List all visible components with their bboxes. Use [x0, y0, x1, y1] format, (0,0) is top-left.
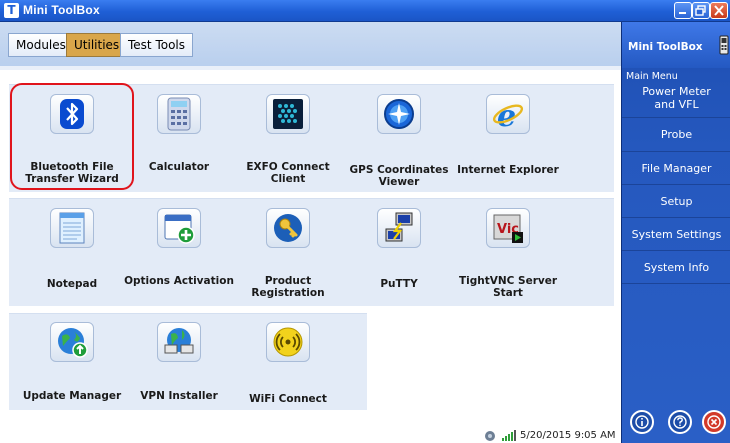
panel-title: Mini ToolBox: [628, 41, 703, 53]
close-icon: [714, 5, 724, 16]
app-putty[interactable]: PuTTY: [339, 208, 459, 300]
menu-item-system-settings[interactable]: System Settings: [622, 218, 730, 251]
app-logo-icon: T: [4, 3, 19, 18]
minimize-icon: [679, 12, 686, 14]
main-menu-panel: Mini ToolBox Main Menu Power Meter and V…: [621, 22, 730, 443]
menu-item-setup[interactable]: Setup: [622, 185, 730, 218]
tab-bar: Modules Utilities Test Tools: [0, 22, 621, 66]
tightvnc-icon: Vic: [486, 208, 530, 248]
calculator-icon: [157, 94, 201, 134]
app-label: Transfer Wizard: [25, 173, 119, 185]
menu-item-probe[interactable]: Probe: [622, 118, 730, 152]
app-label: Registration: [251, 287, 325, 299]
app-notepad[interactable]: Notepad: [12, 208, 132, 300]
app-options-activation[interactable]: Options Activation: [119, 208, 239, 300]
app-wifi-connect[interactable]: WiFi Connect: [228, 322, 348, 408]
app-label: Calculator: [148, 161, 210, 173]
putty-icon: [377, 208, 421, 248]
tab-modules[interactable]: Modules: [8, 33, 74, 57]
app-label: Notepad: [46, 278, 98, 290]
app-label: PuTTY: [380, 278, 418, 290]
options-activation-icon: [157, 208, 201, 248]
status-datetime: 5/20/2015 9:05 AM: [520, 430, 616, 441]
menu-item-power-meter-and-vfl[interactable]: Power Meter and VFL: [622, 82, 730, 118]
app-label: Internet Explorer: [457, 164, 559, 176]
status-bar: 5/20/2015 9:05 AM: [484, 428, 621, 443]
app-bluetooth-file-transfer-wizard[interactable]: Bluetooth File Transfer Wizard: [12, 94, 132, 186]
main-menu-label: Main Menu: [626, 71, 678, 82]
info-button[interactable]: [630, 410, 654, 434]
app-product-registration[interactable]: Product Registration: [228, 208, 348, 300]
close-window-button[interactable]: [710, 2, 728, 19]
globe-update-icon: [50, 322, 94, 362]
notepad-icon: [50, 208, 94, 248]
app-label: Bluetooth File: [30, 161, 114, 173]
tab-test-tools[interactable]: Test Tools: [120, 33, 194, 57]
restore-icon: [695, 5, 706, 16]
key-icon: [266, 208, 310, 248]
app-label: TightVNC Server: [458, 275, 558, 287]
close-icon: [707, 415, 721, 429]
svg-text:e: e: [497, 99, 516, 131]
app-internet-explorer[interactable]: e Internet Explorer: [448, 94, 568, 186]
menu-item-system-info[interactable]: System Info: [622, 251, 730, 284]
menu-item-file-manager[interactable]: File Manager: [622, 152, 730, 185]
tab-divider: [0, 66, 621, 70]
app-tightvnc-server-start[interactable]: Vic TightVNC Server Start: [448, 208, 568, 300]
app-label: Viewer: [378, 176, 420, 188]
signal-strength-icon: [502, 430, 516, 441]
app-update-manager[interactable]: Update Manager: [12, 322, 132, 408]
app-label: Update Manager: [22, 390, 122, 402]
app-calculator[interactable]: Calculator: [119, 94, 239, 186]
panel-header: Mini ToolBox: [622, 22, 730, 68]
gps-compass-icon: [377, 94, 421, 134]
app-label: Product: [264, 275, 312, 287]
device-icon: [719, 35, 729, 55]
app-exfo-connect-client[interactable]: EXFO Connect Client: [228, 94, 348, 186]
window-title-bar: T Mini ToolBox: [0, 0, 730, 22]
menu-item-label: Power Meter: [642, 85, 711, 98]
restore-button[interactable]: [692, 2, 710, 19]
app-label: WiFi Connect: [249, 393, 327, 405]
minimize-button[interactable]: [674, 2, 692, 19]
tab-utilities[interactable]: Utilities: [66, 33, 128, 57]
window-title: Mini ToolBox: [23, 3, 100, 17]
app-gps-coordinates-viewer[interactable]: GPS Coordinates Viewer: [339, 94, 459, 188]
vpn-globe-icon: [157, 322, 201, 362]
menu-item-label: and VFL: [654, 98, 699, 111]
app-label: GPS Coordinates: [349, 164, 449, 176]
help-icon: [673, 415, 687, 429]
wifi-icon: [266, 322, 310, 362]
app-label: EXFO Connect Client: [246, 161, 330, 185]
app-vpn-installer[interactable]: VPN Installer: [119, 322, 239, 408]
exfo-connect-icon: [266, 94, 310, 134]
exit-button[interactable]: [702, 410, 726, 434]
bluetooth-icon: [50, 94, 94, 134]
internet-explorer-icon: e: [486, 94, 530, 134]
help-button[interactable]: [668, 410, 692, 434]
app-label: Options Activation: [124, 275, 234, 287]
app-label: VPN Installer: [140, 390, 218, 402]
app-label: Start: [493, 287, 523, 299]
status-globe-icon: [485, 431, 495, 441]
info-icon: [635, 415, 649, 429]
